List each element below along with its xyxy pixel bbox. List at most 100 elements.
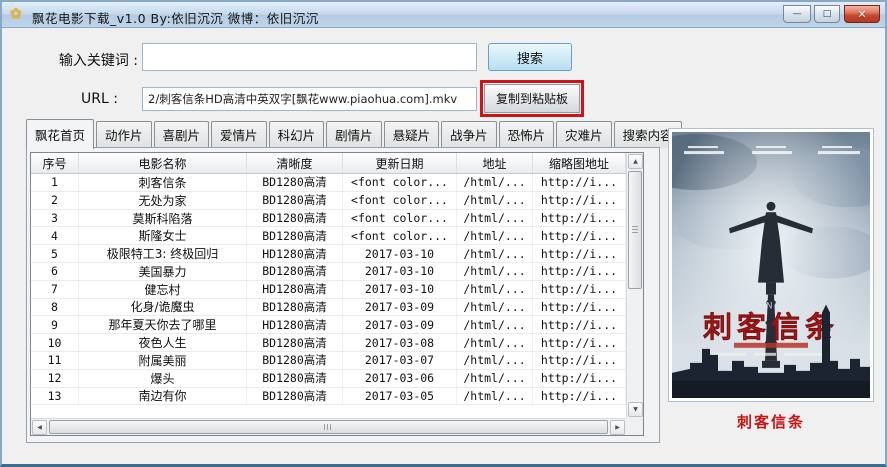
tab-悬疑片[interactable]: 悬疑片: [383, 121, 440, 148]
table-cell: http://i...: [533, 280, 626, 298]
table-cell: /html/...: [457, 280, 533, 298]
table-cell: 2: [31, 191, 79, 209]
tab-飘花首页[interactable]: 飘花首页: [26, 119, 95, 149]
arrow-up-icon: ▲: [633, 158, 638, 165]
table-cell: http://i...: [533, 191, 626, 209]
table-cell: BD1280高清: [247, 209, 343, 227]
vertical-scrollbar[interactable]: ▲ ▼: [626, 153, 643, 418]
table-cell: /html/...: [457, 174, 533, 191]
titlebar[interactable]: ✿ 飘花电影下载_v1.0 By:依旧沉沉 微博：依旧沉沉 — □ ✕: [2, 2, 885, 28]
table-row[interactable]: 3 莫斯科陷落 BD1280高清 <font color.../html/... htt…: [31, 209, 626, 228]
tab-爱情片[interactable]: 爱情片: [211, 121, 267, 148]
table-cell: 2017-03-05: [343, 387, 457, 405]
table-row[interactable]: 13 南边有你 BD1280高清 2017-03-05/html/... http://…: [31, 387, 626, 406]
table-cell: 10: [31, 334, 79, 351]
table-cell: BD1280高清: [247, 334, 343, 351]
table-cell: 9: [31, 316, 79, 334]
table-cell: http://i...: [533, 387, 626, 405]
keyword-label: 输入关键词 :: [58, 53, 138, 69]
table-row[interactable]: 5 极限特工3: 终极回归 HD1280高清 2017-03-10/html/... h…: [31, 245, 626, 263]
table-cell: http://i...: [533, 334, 626, 351]
poster-title: 刺客信条: [703, 310, 839, 344]
column-header[interactable]: 清晰度: [247, 153, 343, 173]
arrow-down-icon: ▼: [633, 406, 638, 413]
table-cell: 7: [31, 280, 79, 298]
table-row[interactable]: 6 美国暴力 BD1280高清 2017-03-10/html/... http://i…: [31, 262, 626, 281]
tab-strip: 飘花首页 动作片 喜剧片 爱情片 科幻片 剧情片 悬疑片 战争片 恐怖片 灾难片 搜索内容: [26, 119, 684, 149]
table-cell: /html/...: [457, 245, 533, 262]
column-header[interactable]: 地址: [457, 153, 533, 173]
table-cell: <font color...: [343, 227, 457, 245]
table-row[interactable]: 10 夜色人生 BD1280高清 2017-03-08/html/... http://…: [31, 334, 626, 352]
horizontal-scroll-thumb[interactable]: [49, 420, 608, 434]
table-cell: http://i...: [533, 351, 626, 369]
table-row[interactable]: 7 健忘村 HD1280高清 2017-03-10/html/... http://i.…: [31, 280, 626, 299]
tab-喜剧片[interactable]: 喜剧片: [153, 121, 210, 148]
tab-剧情片[interactable]: 剧情片: [326, 121, 382, 148]
table-cell: /html/...: [457, 351, 533, 369]
maximize-icon: □: [822, 9, 832, 19]
table-cell: 6: [31, 262, 79, 280]
table-cell: HD1280高清: [247, 245, 343, 262]
table-cell: 2017-03-06: [343, 369, 457, 387]
table-cell: http://i...: [533, 298, 626, 316]
table-cell: 11: [31, 351, 79, 369]
tab-动作片[interactable]: 动作片: [96, 121, 152, 148]
table-cell: 2017-03-08: [343, 334, 457, 351]
minimize-button[interactable]: —: [783, 5, 811, 23]
table-cell: http://i...: [533, 369, 626, 387]
scroll-right-button[interactable]: ▶: [610, 420, 625, 435]
table-cell: 健忘村: [79, 280, 247, 298]
table-cell: 爆头: [79, 369, 247, 387]
arrow-left-icon: ◀: [37, 424, 42, 431]
vertical-scroll-thumb[interactable]: [628, 171, 642, 289]
table-cell: http://i...: [533, 174, 626, 191]
column-header[interactable]: 缩略图地址: [533, 153, 626, 173]
table-header[interactable]: 序号 电影名称 清晰度 更新日期 地址 缩略图地址: [31, 153, 626, 174]
table-row[interactable]: 2 无处为家 BD1280高清 <font color.../html/... http…: [31, 191, 626, 210]
column-header[interactable]: 电影名称: [79, 153, 247, 173]
copy-to-clipboard-button[interactable]: 复制到粘贴板: [484, 84, 580, 113]
table-row[interactable]: 8 化身/诡魔虫 BD1280高清 2017-03-09/html/... http:/…: [31, 298, 626, 317]
tab-科幻片[interactable]: 科幻片: [268, 121, 325, 148]
table-row[interactable]: 12 爆头 BD1280高清 2017-03-06/html/... http://i.…: [31, 369, 626, 388]
table-cell: 2017-03-09: [343, 298, 457, 316]
close-button[interactable]: ✕: [844, 5, 880, 23]
table-cell: /html/...: [457, 209, 533, 227]
keyword-input[interactable]: [142, 43, 477, 71]
column-header[interactable]: 更新日期: [343, 153, 457, 173]
tab-恐怖片[interactable]: 恐怖片: [498, 121, 555, 148]
table-cell: 2017-03-09: [343, 316, 457, 334]
minimize-icon: —: [792, 9, 802, 19]
tab-战争片[interactable]: 战争片: [441, 121, 497, 148]
table-row[interactable]: 9 那年夏天你去了哪里 HD1280高清 2017-03-09/html/... htt…: [31, 316, 626, 335]
movie-poster: ASSASSINS CREED 刺客信条: [668, 128, 874, 402]
table-row[interactable]: 11 附属美丽 BD1280高清 2017-03-07/html/... http://…: [31, 351, 626, 370]
maximize-button[interactable]: □: [814, 5, 840, 23]
table-cell: 刺客信条: [79, 174, 247, 191]
search-button[interactable]: 搜索: [488, 43, 572, 71]
scroll-left-button[interactable]: ◀: [32, 420, 47, 435]
table-cell: 8: [31, 298, 79, 316]
close-icon: ✕: [857, 7, 867, 21]
table-rows: 1 刺客信条 BD1280高清 <font color.../html/... http…: [31, 174, 626, 418]
table-cell: 2017-03-10: [343, 280, 457, 298]
table-cell: 莫斯科陷落: [79, 209, 247, 227]
copy-button-highlight: 复制到粘贴板: [480, 80, 584, 117]
table-cell: 化身/诡魔虫: [79, 298, 247, 316]
scroll-up-button[interactable]: ▲: [628, 154, 643, 169]
table-row[interactable]: 1 刺客信条 BD1280高清 <font color.../html/... http…: [31, 174, 626, 192]
table-cell: /html/...: [457, 262, 533, 280]
column-header[interactable]: 序号: [31, 153, 79, 173]
table-cell: 3: [31, 209, 79, 227]
url-input[interactable]: [142, 87, 477, 111]
horizontal-scrollbar[interactable]: ◀ ▶: [31, 418, 626, 435]
table-cell: /html/...: [457, 316, 533, 334]
tab-灾难片[interactable]: 灾难片: [556, 121, 612, 148]
table-cell: http://i...: [533, 262, 626, 280]
scroll-down-button[interactable]: ▼: [628, 402, 643, 417]
app-window: ✿ 飘花电影下载_v1.0 By:依旧沉沉 微博：依旧沉沉 — □ ✕ 输入关键…: [0, 0, 887, 467]
table-cell: /html/...: [457, 227, 533, 245]
table-cell: 无处为家: [79, 191, 247, 209]
table-row[interactable]: 4 斯隆女士 BD1280高清 <font color.../html/... http…: [31, 227, 626, 246]
